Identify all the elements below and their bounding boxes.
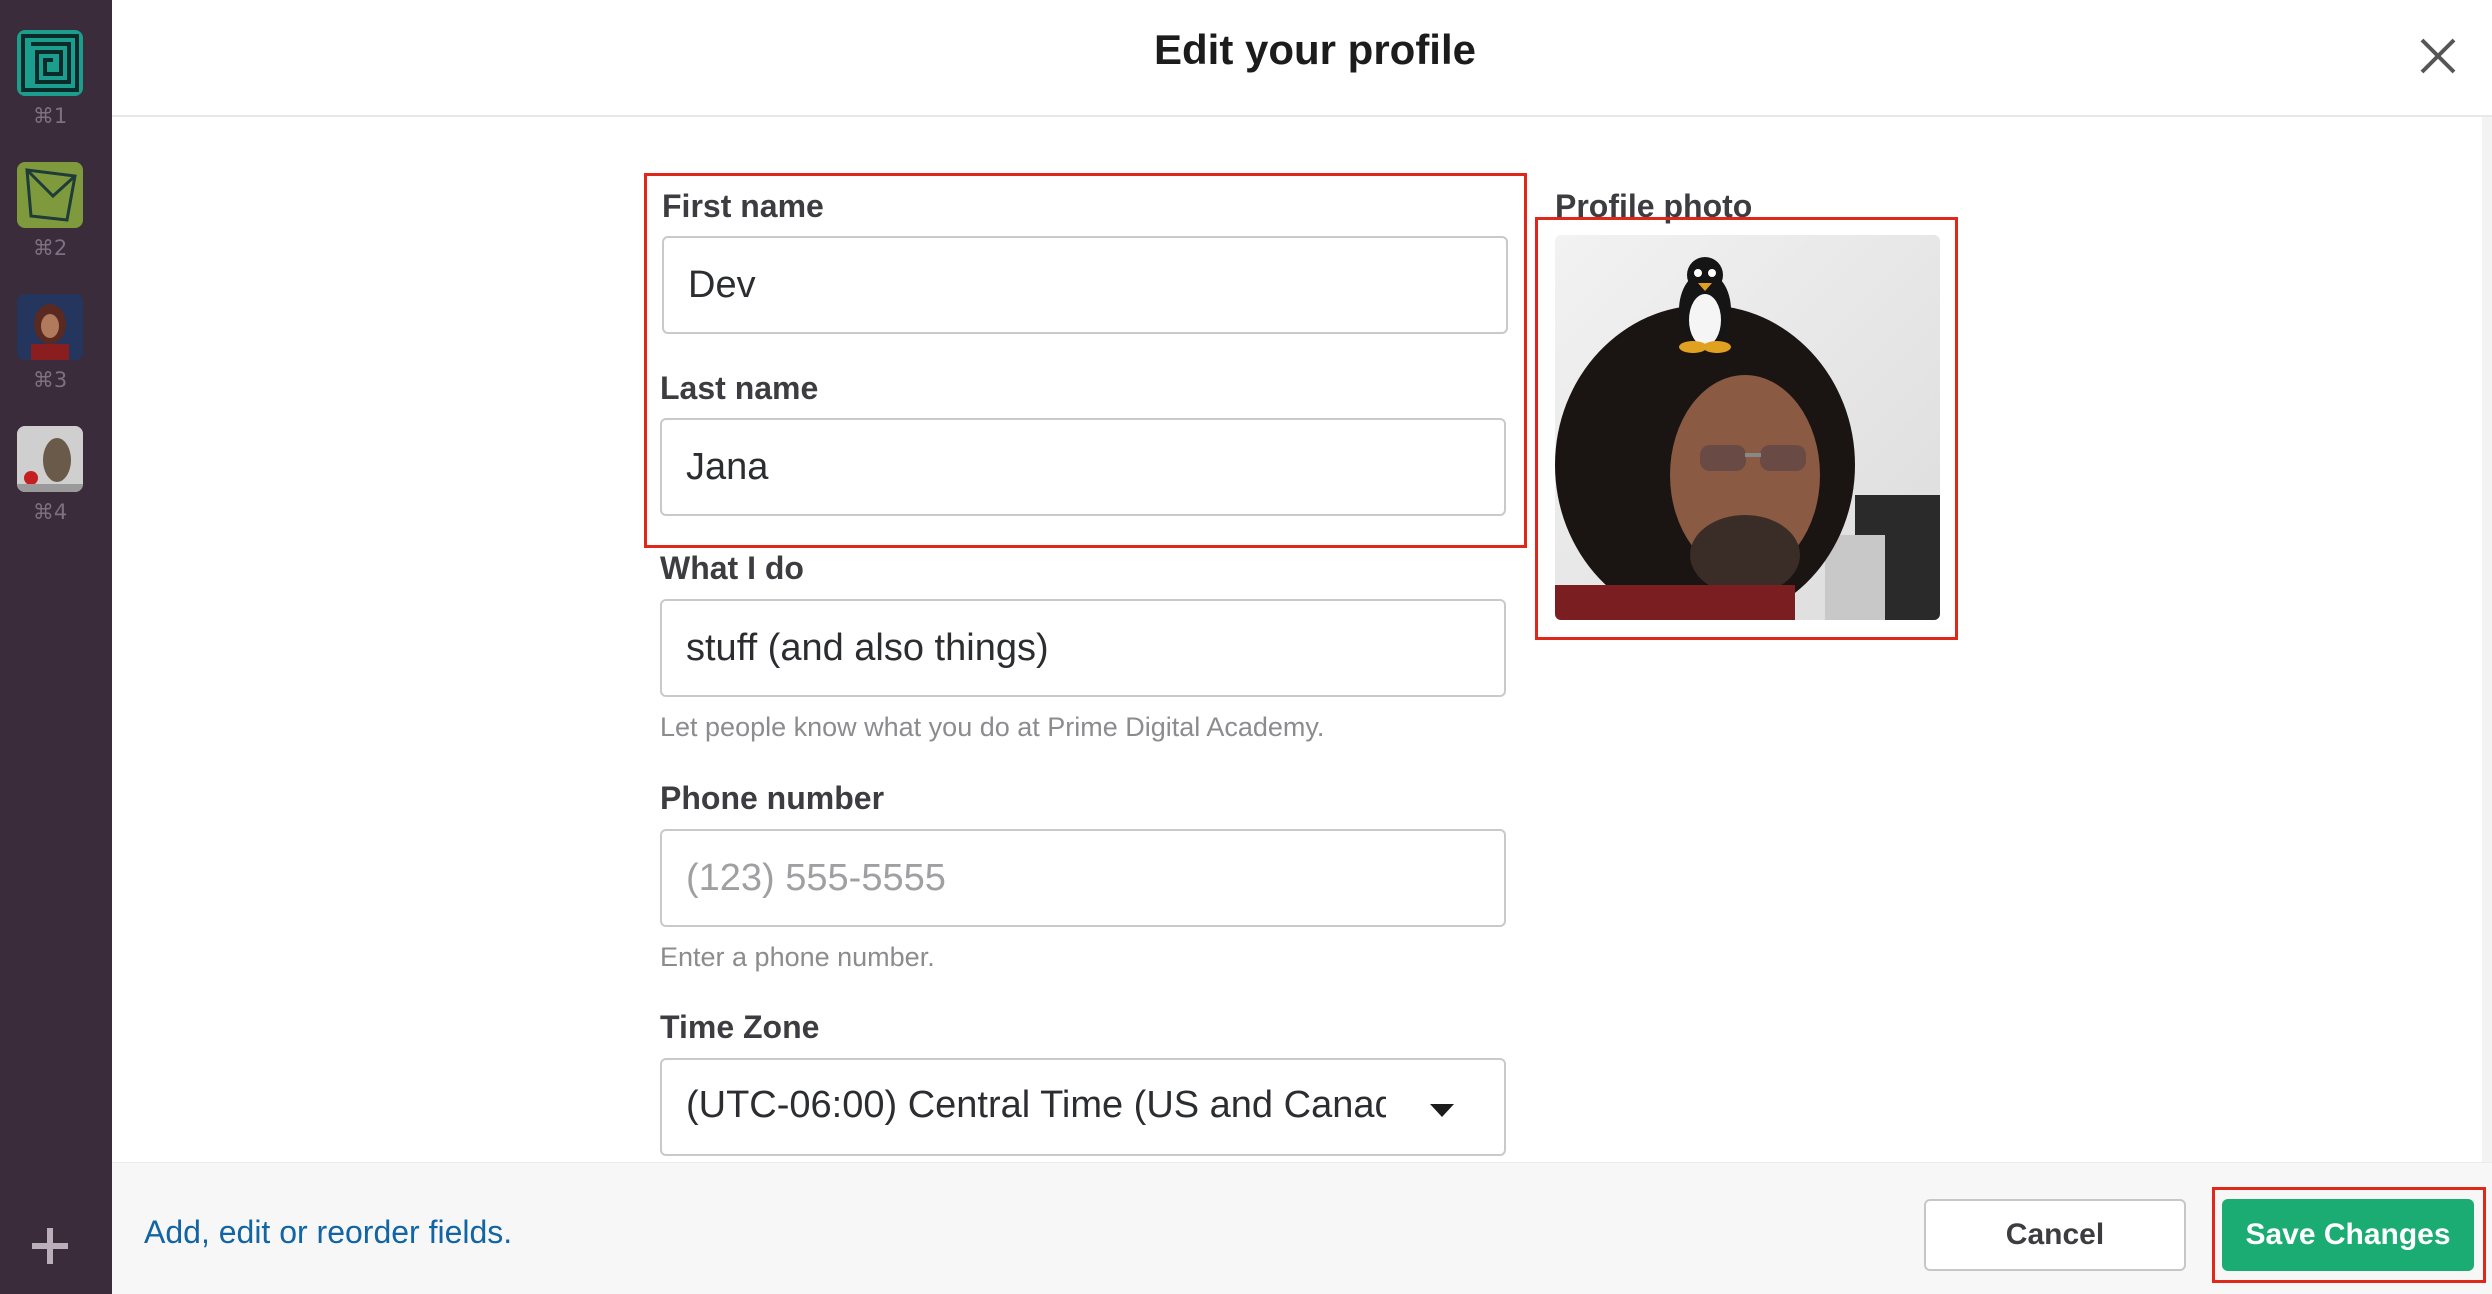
workspace-shortcut: ⌘1 — [32, 104, 68, 128]
workspace-1[interactable]: ⌘1 — [17, 30, 83, 128]
photo-avatar-icon — [17, 294, 83, 360]
modal-footer: Add, edit or reorder fields. Cancel Save… — [112, 1162, 2492, 1294]
workspace-shortcut: ⌘3 — [32, 368, 68, 392]
workspace-4[interactable]: ⌘4 — [17, 426, 83, 524]
edit-profile-modal: Edit your profile First name Last name W… — [112, 0, 2492, 1294]
workspace-2[interactable]: ⌘2 — [17, 162, 83, 260]
last-name-label: Last name — [660, 370, 819, 406]
workspace-shortcut: ⌘2 — [32, 236, 68, 260]
close-icon[interactable] — [2412, 30, 2464, 82]
save-changes-button[interactable]: Save Changes — [2222, 1199, 2474, 1271]
plus-icon[interactable] — [26, 1222, 74, 1270]
what-i-do-input[interactable] — [660, 599, 1506, 697]
workspace-sidebar: ⌘1 ⌘2 ⌘3 ⌘4 — [0, 0, 112, 1294]
phone-number-input[interactable] — [660, 829, 1506, 927]
workspace-3[interactable]: ⌘3 — [17, 294, 83, 392]
first-name-input[interactable] — [662, 236, 1508, 334]
what-i-do-label: What I do — [660, 550, 804, 586]
photo-avatar-icon — [17, 426, 83, 492]
cancel-button[interactable]: Cancel — [1924, 1199, 2186, 1271]
caret-down-icon — [1430, 1104, 1454, 1117]
reorder-fields-link[interactable]: Add, edit or reorder fields. — [144, 1214, 512, 1251]
last-name-input[interactable] — [660, 418, 1506, 516]
profile-photo-label: Profile photo — [1555, 188, 1753, 224]
first-name-label: First name — [662, 188, 824, 224]
phone-number-help: Enter a phone number. — [660, 942, 935, 972]
modal-title: Edit your profile — [1153, 26, 1476, 73]
what-i-do-help: Let people know what you do at Prime Dig… — [660, 712, 1325, 742]
scrollbar[interactable] — [2482, 117, 2492, 1162]
time-zone-label: Time Zone — [660, 1009, 820, 1045]
workspace-shortcut: ⌘4 — [32, 500, 68, 524]
profile-photo[interactable] — [1555, 235, 1940, 620]
time-zone-select[interactable]: (UTC-06:00) Central Time (US and Canada) — [660, 1058, 1506, 1156]
maze-logo-icon — [17, 30, 83, 96]
modal-header: Edit your profile — [112, 0, 2492, 117]
geometric-logo-icon — [17, 162, 83, 228]
time-zone-value: (UTC-06:00) Central Time (US and Canada) — [686, 1084, 1386, 1126]
phone-number-label: Phone number — [660, 780, 885, 816]
